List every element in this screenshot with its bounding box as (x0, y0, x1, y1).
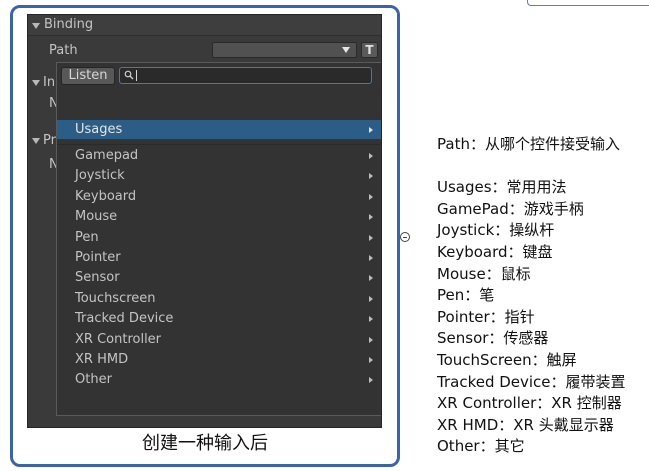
note-spacer (437, 156, 649, 178)
note-line: Mouse：鼠标 (437, 264, 531, 283)
chevron-right-icon (369, 356, 373, 363)
chevron-right-icon (369, 316, 373, 323)
unity-inspector-panel: Binding Path T In N Pr N Listen Usages G… (27, 14, 382, 428)
screenshot-caption: 创建一种输入后 (142, 433, 268, 454)
dropdown-item-label: Keyboard (75, 188, 137, 204)
triangle-down-icon[interactable] (32, 138, 40, 144)
note-line: Joystick：操纵杆 (437, 221, 555, 240)
dropdown-item-tracked-device[interactable]: Tracked Device (57, 309, 381, 329)
listen-button[interactable]: Listen (61, 67, 115, 85)
binding-foldout-header[interactable]: Binding (28, 15, 381, 36)
note-line: Usages：常用用法 (437, 178, 567, 197)
chevron-right-icon (369, 254, 373, 261)
dropdown-item-label: XR Controller (75, 331, 162, 347)
note-line: GamePad：游戏手柄 (437, 199, 584, 218)
dropdown-item-mouse[interactable]: Mouse (57, 207, 381, 227)
chevron-right-icon (369, 173, 373, 180)
note-line: Tracked Device：履带装置 (437, 372, 626, 391)
triangle-down-icon[interactable] (32, 80, 40, 86)
dropdown-item-label: Sensor (75, 270, 120, 286)
binding-header-label: Binding (44, 17, 94, 32)
dropdown-item-label: Touchscreen (75, 290, 156, 306)
chevron-right-icon (369, 377, 373, 384)
note-line: Other：其它 (437, 437, 525, 456)
note-line: TouchScreen：触屏 (437, 350, 577, 369)
control-path-popup: Listen Usages Gamepad Joystick Keyboard … (56, 62, 381, 416)
dropdown-item-label: Pointer (75, 249, 121, 265)
chevron-right-icon (369, 126, 373, 133)
note-line: Path：从哪个控件接受输入 (437, 135, 620, 153)
search-icon (124, 70, 134, 80)
chevron-right-icon (369, 234, 373, 241)
device-list: Gamepad Joystick Keyboard Mouse Pen Poin… (57, 146, 381, 391)
dropdown-item-sensor[interactable]: Sensor (57, 268, 381, 288)
dropdown-item-pointer[interactable]: Pointer (57, 248, 381, 268)
chevron-right-icon (369, 193, 373, 200)
text-caret (136, 70, 137, 81)
dropdown-item-gamepad[interactable]: Gamepad (57, 146, 381, 166)
dropdown-item-label: Mouse (75, 209, 118, 225)
dropdown-item-label: Joystick (75, 168, 125, 184)
annotation-notes: Path：从哪个控件接受输入 Usages：常用用法 GamePad：游戏手柄 … (437, 134, 649, 458)
note-line: XR HMD：XR 头戴显示器 (437, 415, 614, 434)
circle-minus-icon (400, 232, 410, 242)
dropdown-item-label: Gamepad (75, 148, 139, 163)
triangle-down-icon[interactable] (32, 23, 40, 29)
dropdown-item-pen[interactable]: Pen (57, 228, 381, 248)
chevron-right-icon (369, 153, 373, 159)
note-line: Keyboard：键盘 (437, 242, 553, 261)
chevron-right-icon (369, 275, 373, 282)
interactions-header-label[interactable]: In (43, 75, 55, 91)
note-line: XR Controller：XR 控制器 (437, 394, 622, 413)
dropdown-item-joystick[interactable]: Joystick (57, 166, 381, 186)
dropdown-item-xr-controller[interactable]: XR Controller (57, 330, 381, 350)
dropdown-arrow-icon (342, 47, 350, 53)
chevron-right-icon (369, 214, 373, 221)
note-line: Pen：笔 (437, 286, 495, 305)
note-line: Pointer：指针 (437, 307, 535, 326)
dropdown-item-label: Other (75, 372, 112, 388)
dropdown-separator (57, 144, 381, 145)
path-label: Path (49, 43, 78, 58)
processors-header-label[interactable]: Pr (43, 133, 56, 149)
chevron-right-icon (369, 295, 373, 302)
dropdown-item-label: XR HMD (75, 351, 129, 367)
adjacent-frame-edge (527, 0, 649, 6)
text-mode-button[interactable]: T (361, 42, 378, 58)
dropdown-item-label: Usages (75, 122, 123, 137)
dropdown-item-other[interactable]: Other (57, 370, 381, 390)
dropdown-item-keyboard[interactable]: Keyboard (57, 187, 381, 207)
path-dropdown[interactable] (212, 42, 357, 58)
dropdown-item-label: Pen (75, 229, 99, 245)
note-line: Sensor：传感器 (437, 329, 549, 348)
chevron-right-icon (369, 336, 373, 343)
dropdown-item-label: Tracked Device (75, 311, 174, 327)
dropdown-item-usages[interactable]: Usages (57, 120, 381, 139)
dropdown-item-touchscreen[interactable]: Touchscreen (57, 289, 381, 309)
search-input[interactable] (119, 67, 372, 84)
dropdown-item-xr-hmd[interactable]: XR HMD (57, 350, 381, 370)
